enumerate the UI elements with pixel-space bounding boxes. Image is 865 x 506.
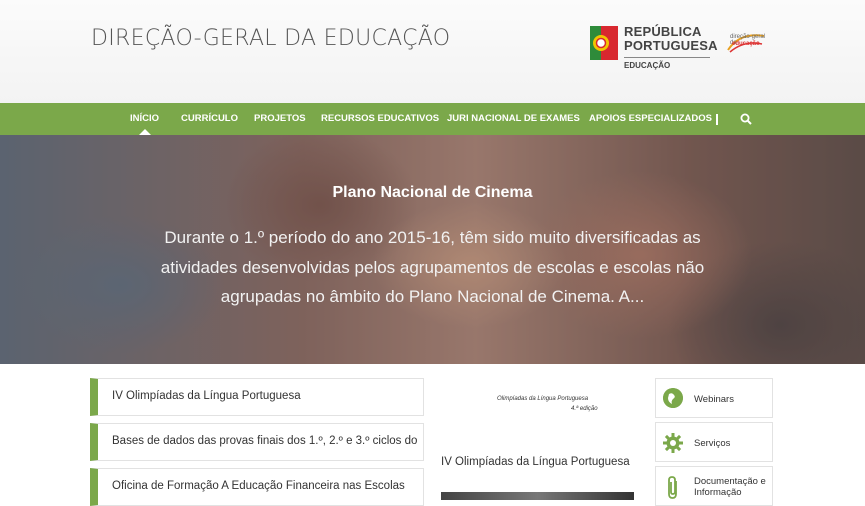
hero-title[interactable]: Plano Nacional de Cinema: [0, 184, 865, 202]
news-item-title: Oficina de Formação A Educação Financeir…: [112, 480, 405, 492]
news-list-item[interactable]: Bases de dados das provas finais dos 1.º…: [90, 423, 424, 461]
rp-logo-divider: [624, 57, 710, 58]
rp-logo-line1: REPÚBLICA: [624, 24, 702, 39]
main-nav: INÍCIO CURRÍCULO PROJETOS RECURSOS EDUCA…: [0, 103, 865, 135]
site-header: DIREÇÃO-GERAL DA EDUCAÇÃO REPÚBLICA PORT…: [0, 0, 865, 104]
feature-photo[interactable]: [441, 492, 634, 500]
sidebar-item-label: Serviços: [694, 438, 731, 449]
rp-logo-line3: EDUCAÇÃO: [624, 61, 671, 70]
nav-item-projetos[interactable]: PROJETOS: [254, 103, 306, 135]
news-list-item[interactable]: IV Olimpíadas da Língua Portuguesa: [90, 378, 424, 416]
sidebar-item-servicos[interactable]: Serviços: [655, 422, 773, 462]
paperclip-icon: [668, 476, 677, 499]
news-list-item[interactable]: Oficina de Formação A Educação Financeir…: [90, 468, 424, 506]
nav-item-curriculo[interactable]: CURRÍCULO: [181, 103, 238, 135]
gear-icon: [663, 433, 683, 453]
hero-banner[interactable]: Plano Nacional de Cinema Durante o 1.º p…: [0, 135, 865, 364]
nav-item-recursos-educativos[interactable]: RECURSOS EDUCATIVOS: [321, 103, 439, 135]
nav-separator: [716, 114, 718, 125]
globe-icon: [663, 388, 683, 408]
feature-image-edition: 4.ª edição: [571, 406, 598, 412]
republica-portuguesa-logo[interactable]: REPÚBLICA PORTUGUESA EDUCAÇÃO: [590, 24, 720, 72]
hero-text: Durante o 1.º período do ano 2015-16, tê…: [160, 228, 705, 306]
feature-image[interactable]: Olimpíadas da Língua Portuguesa 4.ª ediç…: [441, 380, 634, 440]
sidebar-item-webinars[interactable]: Webinars: [655, 378, 773, 418]
feature-image-caption: Olimpíadas da Língua Portuguesa: [497, 396, 589, 402]
rp-logo-line2: PORTUGUESA: [624, 38, 718, 53]
sidebar-item-label: Documentação e Informação: [694, 476, 766, 498]
nav-item-apoios-especializados[interactable]: APOIOS ESPECIALIZADOS: [589, 103, 712, 135]
sidebar-item-label: Webinars: [694, 394, 734, 405]
dge-logo-line2: educação: [732, 41, 760, 47]
news-item-title: IV Olimpíadas da Língua Portuguesa: [112, 390, 301, 402]
sidebar-item-documentacao[interactable]: Documentação e Informação: [655, 466, 773, 506]
feature-title[interactable]: IV Olimpíadas da Língua Portuguesa: [441, 456, 630, 468]
news-item-title: Bases de dados das provas finais dos 1.º…: [112, 435, 418, 447]
site-title[interactable]: DIREÇÃO-GERAL DA EDUCAÇÃO: [91, 26, 450, 51]
portugal-emblem-icon: [590, 26, 618, 60]
dge-logo[interactable]: direção-geral da educação: [726, 30, 766, 56]
nav-item-inicio[interactable]: INÍCIO: [130, 103, 159, 135]
nav-item-juri-nacional-exames[interactable]: JURI NACIONAL DE EXAMES: [447, 103, 580, 135]
search-icon[interactable]: [740, 113, 752, 125]
